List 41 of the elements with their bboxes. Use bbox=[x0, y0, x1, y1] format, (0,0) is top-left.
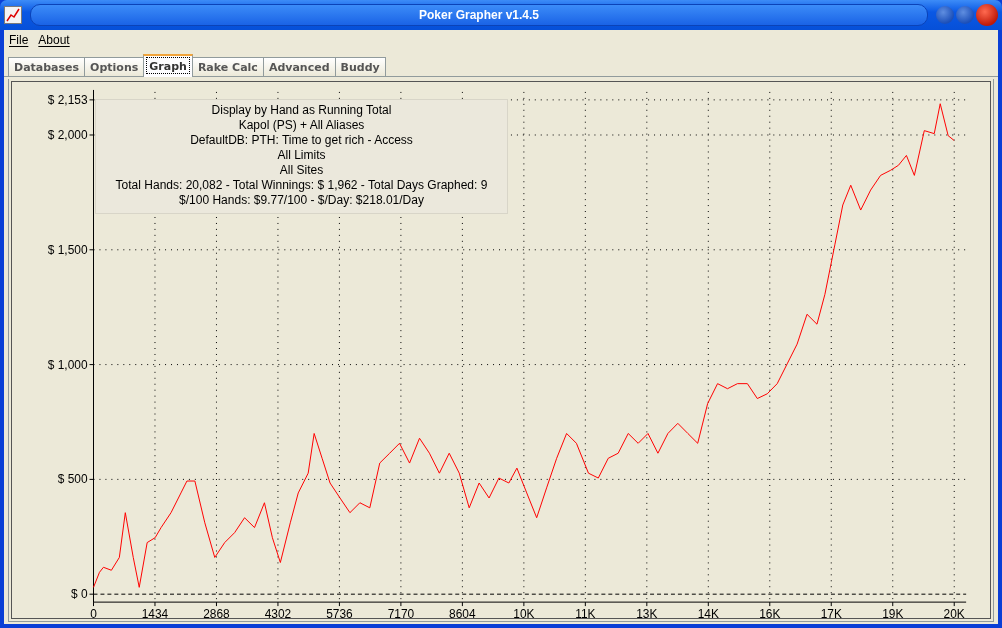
x-axis-label: 13K bbox=[636, 607, 658, 618]
tab[interactable]: Rake Calc bbox=[191, 57, 264, 76]
tab[interactable]: Databases bbox=[8, 57, 86, 76]
summary-line: All Limits bbox=[277, 148, 326, 163]
maximize-button[interactable] bbox=[956, 6, 974, 24]
y-axis-label: $ 500 bbox=[57, 472, 88, 487]
summary-line: Kapol (PS) + All Aliases bbox=[238, 118, 365, 133]
y-axis-label: $ 2,000 bbox=[47, 127, 88, 142]
x-axis-label: 8604 bbox=[449, 607, 476, 618]
window-title: Poker Grapher v1.4.5 bbox=[418, 8, 540, 22]
x-axis-label: 10K bbox=[513, 607, 535, 618]
x-axis-label: 7170 bbox=[387, 607, 415, 618]
summary-line: $/100 Hands: $9.77/100 - $/Day: $218.01/Day bbox=[179, 193, 424, 208]
close-button[interactable] bbox=[976, 4, 998, 26]
y-axis-label: $ 0 bbox=[70, 587, 88, 602]
summary-line: DefaultDB: PTH: Time to get rich - Access bbox=[190, 133, 413, 148]
x-axis-label: 14K bbox=[697, 607, 719, 618]
x-axis-label: 1434 bbox=[141, 607, 169, 618]
chart-app-icon bbox=[4, 6, 22, 24]
tab[interactable]: Advanced bbox=[262, 57, 336, 76]
x-axis-label: 19K bbox=[882, 607, 904, 618]
x-axis-label: 2868 bbox=[203, 607, 230, 618]
tab[interactable]: Options bbox=[84, 57, 145, 76]
summary-line: Display by Hand as Running Total bbox=[211, 103, 392, 118]
x-axis-label: 5736 bbox=[326, 607, 353, 618]
summary-line: Total Hands: 20,082 - Total Winnings: $ 1,962 - Total Days Graphed: 9 bbox=[115, 178, 488, 193]
y-axis-label: $ 1,500 bbox=[47, 242, 88, 257]
x-axis-label: 0 bbox=[90, 607, 97, 618]
tab[interactable]: Graph bbox=[143, 54, 193, 77]
x-axis-label: 16K bbox=[759, 607, 781, 618]
y-axis-label: $ 2,153 bbox=[47, 92, 88, 107]
x-axis-label: 20K bbox=[943, 607, 965, 618]
x-axis-label: 4302 bbox=[264, 607, 292, 618]
tab[interactable]: Buddy bbox=[334, 57, 386, 76]
x-axis-label: 17K bbox=[820, 607, 842, 618]
menu-item[interactable]: File bbox=[9, 33, 29, 47]
x-axis-label: 11K bbox=[575, 607, 596, 618]
minimize-button[interactable] bbox=[936, 6, 954, 24]
summary-line: All Sites bbox=[279, 163, 324, 178]
menu-item[interactable]: About bbox=[38, 33, 70, 47]
y-axis-label: $ 1,000 bbox=[47, 357, 88, 372]
